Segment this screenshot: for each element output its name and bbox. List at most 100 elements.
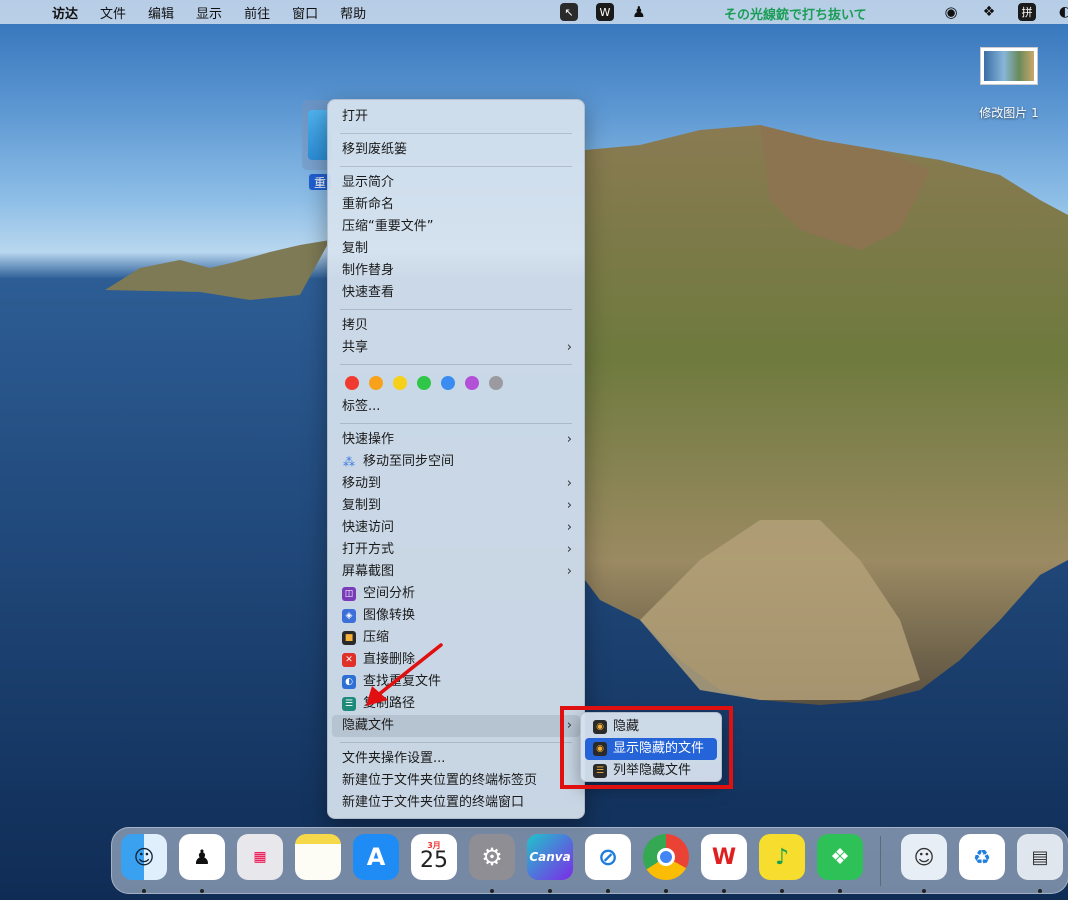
canva-icon[interactable]: Canva xyxy=(527,834,573,880)
menu-item-get-info[interactable]: 显示简介 xyxy=(328,172,584,194)
menu-item-share[interactable]: 共享 › xyxy=(328,337,584,359)
menu-item-make-alias[interactable]: 制作替身 xyxy=(328,260,584,282)
finder-icon[interactable]: ☺ xyxy=(121,834,167,880)
menu-edit[interactable]: 编辑 xyxy=(148,3,174,22)
menu-item-image-convert[interactable]: ◈ 图像转换 xyxy=(328,605,584,627)
tag-gray[interactable] xyxy=(489,376,503,390)
qq-tray-icon[interactable]: ♟ xyxy=(630,3,648,21)
tag-orange[interactable] xyxy=(369,376,383,390)
copy-path-icon: ☰ xyxy=(342,697,356,711)
menu-item-new-terminal-window[interactable]: 新建位于文件夹位置的终端窗口 xyxy=(328,792,584,814)
image-convert-icon: ◈ xyxy=(342,609,356,623)
menu-app-name[interactable]: 访达 xyxy=(52,3,78,22)
menu-item-compress2[interactable]: ■ 压缩 xyxy=(328,627,584,649)
running-indicator xyxy=(606,889,610,893)
menu-help[interactable]: 帮助 xyxy=(340,3,366,22)
chevron-right-icon: › xyxy=(566,432,572,447)
launchpad-icon[interactable]: ▦ xyxy=(237,834,283,880)
menu-view[interactable]: 显示 xyxy=(196,3,222,22)
chrome-icon[interactable] xyxy=(643,834,689,880)
running-indicator xyxy=(200,889,204,893)
uninstall-icon[interactable]: ♻ xyxy=(959,834,1005,880)
separator xyxy=(340,742,572,743)
running-indicator xyxy=(490,889,494,893)
wechat-icon[interactable]: ❖ xyxy=(817,834,863,880)
input-method-icon[interactable]: 拼 xyxy=(1018,3,1036,21)
calendar-icon[interactable]: 3月 25 xyxy=(411,834,457,880)
running-indicator xyxy=(142,889,146,893)
menu-item-trash[interactable]: 移到废纸篓 xyxy=(328,139,584,161)
status-lyrics-text[interactable]: その光線銃で打ち抜いて xyxy=(724,4,867,23)
separator xyxy=(340,133,572,134)
menu-item-label: 打开方式 xyxy=(342,542,395,557)
menu-item-open-with[interactable]: 打开方式 › xyxy=(328,539,584,561)
system-settings-icon[interactable]: ⚙ xyxy=(469,834,515,880)
menu-window[interactable]: 窗口 xyxy=(292,3,318,22)
qq-music-icon[interactable]: ♪ xyxy=(759,834,805,880)
qq-icon[interactable]: ♟ xyxy=(179,834,225,880)
menu-file[interactable]: 文件 xyxy=(100,3,126,22)
tag-colors-row xyxy=(328,370,584,396)
tag-purple[interactable] xyxy=(465,376,479,390)
user-app-icon[interactable]: ☺ xyxy=(901,834,947,880)
menu-item-tags[interactable]: 标签... xyxy=(328,396,584,418)
tag-blue[interactable] xyxy=(441,376,455,390)
menu-item-label: 图像转换 xyxy=(363,608,416,623)
cursor-tool-icon[interactable]: ↖ xyxy=(560,3,578,21)
menu-item-copy-to[interactable]: 复制到 › xyxy=(328,495,584,517)
menu-bar: 访达 文件 编辑 显示 前往 窗口 帮助 xyxy=(0,0,1068,24)
menu-item-find-duplicates[interactable]: ◐ 查找重复文件 xyxy=(328,671,584,693)
chevron-right-icon: › xyxy=(566,340,572,355)
tag-red[interactable] xyxy=(345,376,359,390)
wps-tray-icon[interactable]: W xyxy=(596,3,614,21)
globe-icon[interactable]: ◉ xyxy=(942,3,960,21)
status-tray-right: ◉ ❖ 拼 ◐ xyxy=(942,0,1068,24)
menu-item-label: 文件夹操作设置... xyxy=(342,751,446,766)
screenshot-thumbnail[interactable] xyxy=(980,47,1038,85)
menu-item-label: 移动至同步空间 xyxy=(363,454,455,469)
chrome-center xyxy=(657,848,675,866)
menu-item-quick-actions[interactable]: 快速操作 › xyxy=(328,429,584,451)
preview-icon[interactable]: ▤ xyxy=(1017,834,1063,880)
moon-icon[interactable]: ◐ xyxy=(1056,3,1068,21)
menu-item-label: 制作替身 xyxy=(342,263,395,278)
tag-green[interactable] xyxy=(417,376,431,390)
wps-icon[interactable]: W xyxy=(701,834,747,880)
space-analysis-icon: ◫ xyxy=(342,587,356,601)
menu-item-space-analysis[interactable]: ◫ 空间分析 xyxy=(328,583,584,605)
chevron-right-icon: › xyxy=(566,520,572,535)
app-store-icon[interactable]: A xyxy=(353,834,399,880)
menu-item-quick-access[interactable]: 快速访问 › xyxy=(328,517,584,539)
notes-icon[interactable] xyxy=(295,834,341,880)
menu-item-screenshot[interactable]: 屏幕截图 › xyxy=(328,561,584,583)
menu-item-label: 标签... xyxy=(342,399,381,414)
menu-item-label: 直接删除 xyxy=(363,652,416,667)
menu-item-label: 复制 xyxy=(342,241,369,256)
menu-item-copy[interactable]: 拷贝 xyxy=(328,315,584,337)
chevron-right-icon: › xyxy=(566,564,572,579)
menu-item-folder-settings[interactable]: 文件夹操作设置... xyxy=(328,748,584,770)
menu-item-move-to-sync[interactable]: ⁂ 移动至同步空间 xyxy=(328,451,584,473)
menu-item-label: 查找重复文件 xyxy=(363,674,442,689)
running-indicator xyxy=(664,889,668,893)
safari-icon[interactable]: ⊘ xyxy=(585,834,631,880)
wechat-tray-icon[interactable]: ❖ xyxy=(980,3,998,21)
calendar-day: 25 xyxy=(420,848,448,873)
menu-item-compress[interactable]: 压缩“重要文件” xyxy=(328,216,584,238)
menu-item-quick-look[interactable]: 快速查看 xyxy=(328,282,584,304)
menu-item-duplicate[interactable]: 复制 xyxy=(328,238,584,260)
menu-item-open[interactable]: 打开 xyxy=(328,106,584,128)
find-duplicates-icon: ◐ xyxy=(342,675,356,689)
menu-go[interactable]: 前往 xyxy=(244,3,270,22)
menu-item-hide-files[interactable]: 隐藏文件 › xyxy=(332,715,580,737)
menu-item-move-to[interactable]: 移动到 › xyxy=(328,473,584,495)
separator xyxy=(340,364,572,365)
menu-item-copy-path[interactable]: ☰ 复制路径 xyxy=(328,693,584,715)
menu-item-label: 新建位于文件夹位置的终端标签页 xyxy=(342,773,538,788)
tag-yellow[interactable] xyxy=(393,376,407,390)
menu-item-label: 共享 xyxy=(342,340,369,355)
menu-item-delete-direct[interactable]: ✕ 直接删除 xyxy=(328,649,584,671)
menu-item-rename[interactable]: 重新命名 xyxy=(328,194,584,216)
menu-item-new-terminal-tab[interactable]: 新建位于文件夹位置的终端标签页 xyxy=(328,770,584,792)
menu-item-label: 隐藏文件 xyxy=(342,718,395,733)
